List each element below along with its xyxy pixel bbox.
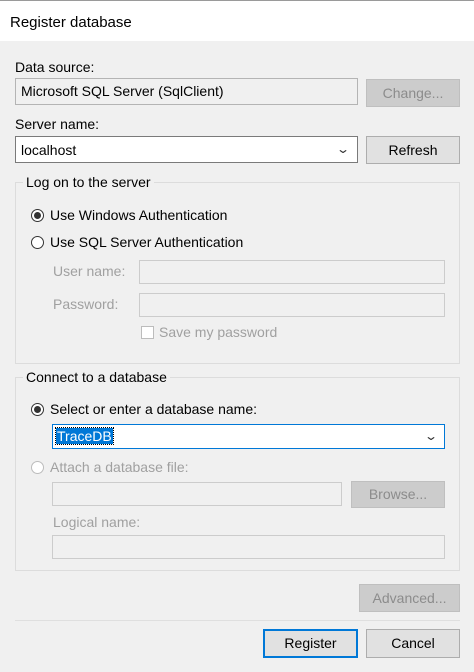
select-database-radio[interactable] (31, 403, 44, 416)
database-name-combobox[interactable]: TraceDB ⌄ (52, 424, 445, 449)
title-bar: Register database (0, 1, 474, 41)
cancel-button[interactable]: Cancel (366, 629, 460, 658)
server-name-value: localhost (21, 142, 77, 158)
chevron-down-icon[interactable]: ⌄ (424, 429, 438, 443)
username-label: User name: (53, 263, 126, 279)
radio-selected-dot (34, 406, 41, 413)
advanced-button[interactable]: Advanced... (359, 584, 460, 612)
select-database-label[interactable]: Select or enter a database name: (50, 401, 257, 417)
attach-database-radio[interactable] (31, 461, 44, 474)
data-source-field: Microsoft SQL Server (SqlClient) (15, 78, 358, 105)
logical-name-input[interactable] (52, 535, 445, 559)
windows-auth-label[interactable]: Use Windows Authentication (50, 207, 227, 223)
data-source-label: Data source: (15, 59, 95, 75)
database-group-legend: Connect to a database (23, 369, 170, 385)
chevron-down-icon[interactable]: ⌄ (336, 142, 350, 156)
save-password-checkbox[interactable] (141, 326, 154, 339)
browse-button[interactable]: Browse... (351, 481, 445, 508)
password-input[interactable] (139, 293, 445, 317)
password-label: Password: (53, 296, 119, 312)
register-button[interactable]: Register (263, 629, 358, 658)
change-button[interactable]: Change... (366, 79, 460, 107)
database-file-input[interactable] (52, 482, 342, 506)
server-name-label: Server name: (15, 116, 100, 132)
server-name-combobox[interactable]: localhost ⌄ (15, 136, 358, 163)
radio-selected-dot (34, 212, 41, 219)
logon-group-legend: Log on to the server (23, 174, 154, 190)
footer-separator (15, 620, 460, 621)
sql-auth-radio[interactable] (31, 236, 44, 249)
username-input[interactable] (139, 260, 445, 284)
save-password-label[interactable]: Save my password (159, 324, 277, 340)
logical-name-label: Logical name: (53, 514, 141, 530)
attach-database-label[interactable]: Attach a database file: (50, 459, 189, 475)
database-name-value: TraceDB (55, 427, 114, 445)
windows-auth-radio[interactable] (31, 209, 44, 222)
window-title: Register database (10, 14, 132, 31)
sql-auth-label[interactable]: Use SQL Server Authentication (50, 234, 243, 250)
refresh-button[interactable]: Refresh (366, 136, 460, 164)
